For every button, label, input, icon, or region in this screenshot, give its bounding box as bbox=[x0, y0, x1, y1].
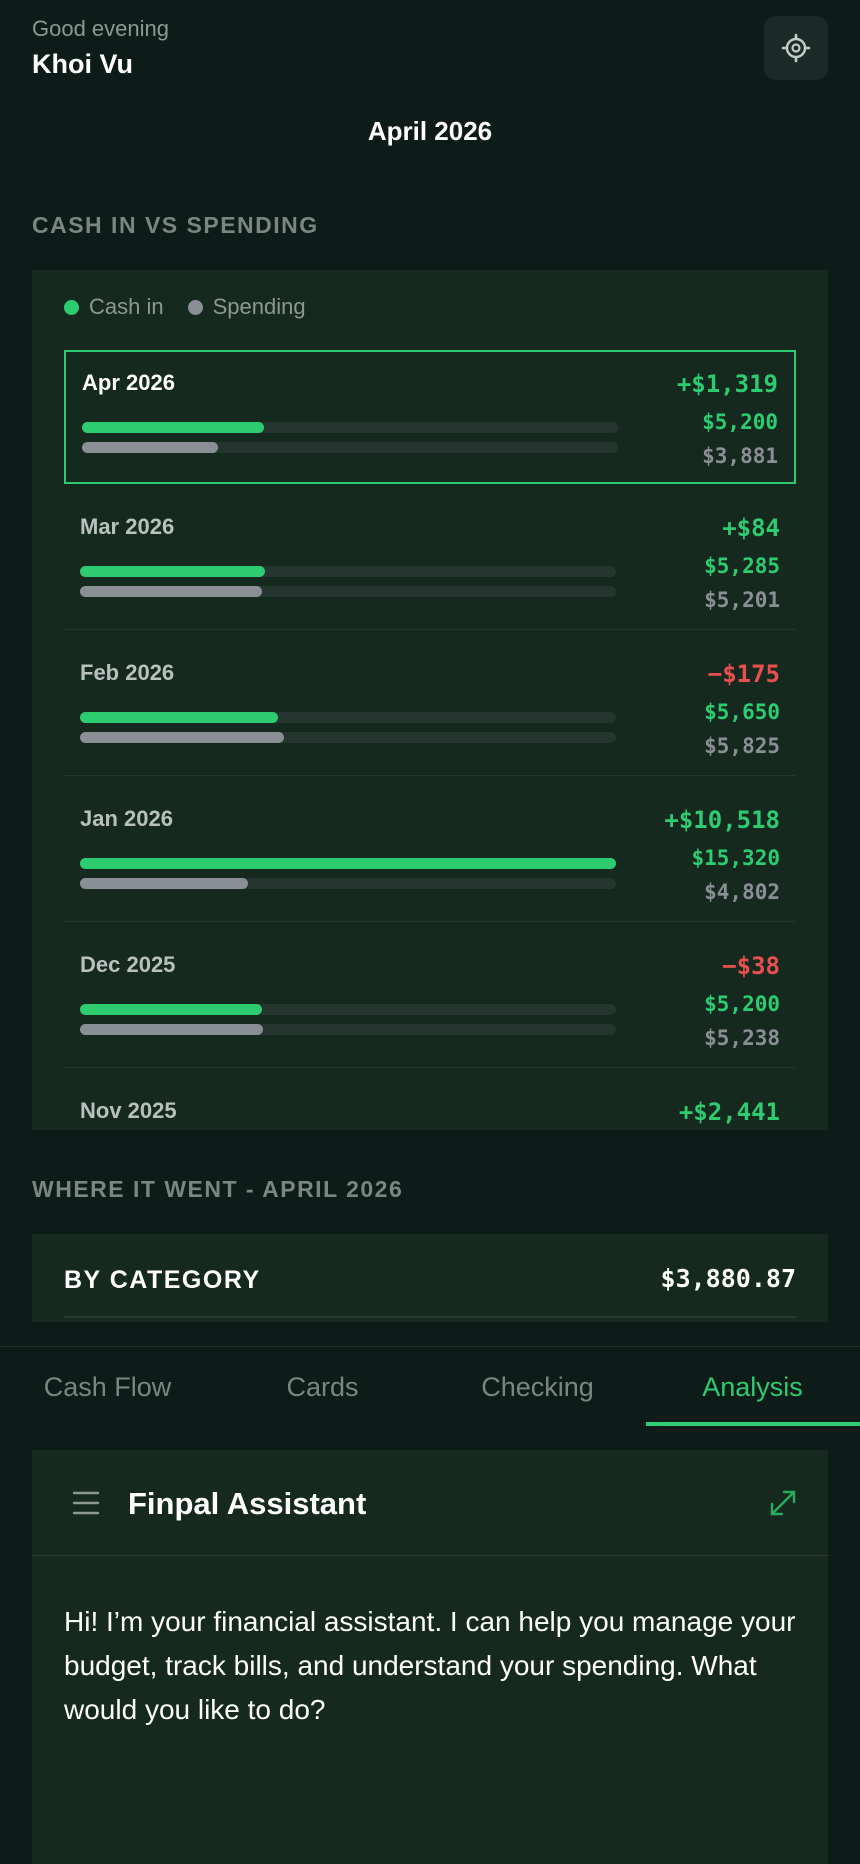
assistant-panel: Finpal Assistant Hi! I’m your financial … bbox=[32, 1450, 828, 1864]
net-amount: −$38 bbox=[722, 952, 780, 980]
spending-amount: $5,238 bbox=[704, 1026, 780, 1050]
gear-icon bbox=[781, 33, 811, 63]
spending-dot-icon bbox=[187, 299, 203, 315]
net-amount: +$2,441 bbox=[678, 1098, 780, 1126]
category-total: $3,880.87 bbox=[660, 1264, 796, 1293]
cash-section-label: CASH IN VS SPENDING bbox=[32, 212, 319, 238]
active-tab-indicator bbox=[646, 1422, 860, 1426]
month-row-jan-2026[interactable]: Jan 2026 +$10,518 $15,320 $4,802 bbox=[64, 788, 796, 922]
row-divider bbox=[64, 775, 796, 776]
expand-icon[interactable] bbox=[768, 1488, 798, 1518]
hamburger-menu-icon[interactable] bbox=[72, 1490, 100, 1516]
month-label: Nov 2025 bbox=[80, 1098, 177, 1123]
spending-bar-fill bbox=[82, 442, 218, 453]
spending-bar bbox=[80, 732, 616, 743]
cash-in-bar bbox=[82, 422, 618, 433]
month-label: Feb 2026 bbox=[80, 660, 175, 685]
settings-button[interactable] bbox=[764, 16, 828, 80]
period-title: April 2026 bbox=[367, 116, 493, 146]
cash-in-amount: $5,285 bbox=[704, 554, 780, 578]
spending-amount: $5,201 bbox=[704, 588, 780, 612]
cash-in-amount: $5,200 bbox=[704, 992, 780, 1016]
where-section-label: WHERE IT WENT - APRIL 2026 bbox=[32, 1176, 404, 1202]
net-amount: +$10,518 bbox=[664, 806, 780, 834]
chart-legend: Cash in Spending bbox=[64, 294, 330, 320]
legend-spending-label: Spending bbox=[212, 294, 306, 319]
cash-in-bar-fill bbox=[80, 1004, 262, 1015]
legend-cash-in-label: Cash in bbox=[89, 294, 164, 319]
month-row-nov-2025[interactable]: Nov 2025 +$2,441 bbox=[64, 1080, 796, 1130]
net-amount: +$84 bbox=[722, 514, 780, 542]
category-title: BY CATEGORY bbox=[64, 1266, 261, 1294]
month-label: Mar 2026 bbox=[80, 514, 175, 539]
cash-in-amount: $5,200 bbox=[702, 410, 778, 434]
row-divider bbox=[64, 921, 796, 922]
spending-bar bbox=[80, 878, 616, 889]
net-amount: −$175 bbox=[707, 660, 780, 688]
month-label: Dec 2025 bbox=[80, 952, 176, 977]
by-category-card[interactable]: BY CATEGORY $3,880.87 bbox=[32, 1234, 828, 1322]
month-row-feb-2026[interactable]: Feb 2026 −$175 $5,650 $5,825 bbox=[64, 642, 796, 776]
legend-spending: Spending bbox=[187, 294, 306, 320]
spending-amount: $5,825 bbox=[704, 734, 780, 758]
assistant-message: Hi! I’m your financial assistant. I can … bbox=[64, 1606, 796, 1725]
cash-in-bar-fill bbox=[80, 858, 616, 869]
cash-in-amount: $15,320 bbox=[691, 846, 780, 870]
cash-in-bar bbox=[80, 1004, 616, 1015]
cash-in-bar-fill bbox=[80, 566, 265, 577]
spending-bar bbox=[82, 442, 618, 453]
category-divider bbox=[64, 1316, 796, 1318]
cash-in-dot-icon bbox=[64, 299, 79, 315]
cash-in-bar-fill bbox=[82, 422, 264, 433]
cash-vs-spending-panel[interactable]: Cash in Spending Apr 2026 +$1,319 $5,200… bbox=[32, 270, 828, 1130]
month-row-apr-2026[interactable]: Apr 2026 +$1,319 $5,200 $3,881 bbox=[64, 350, 796, 484]
cash-in-bar bbox=[80, 712, 616, 723]
cash-in-amount: $5,650 bbox=[704, 700, 780, 724]
month-row-dec-2025[interactable]: Dec 2025 −$38 $5,200 $5,238 bbox=[64, 934, 796, 1068]
assistant-title: Finpal Assistant bbox=[128, 1486, 367, 1521]
cash-in-bar-fill bbox=[80, 712, 278, 723]
tab-cash-flow[interactable]: Cash Flow bbox=[0, 1347, 215, 1427]
spending-bar-fill bbox=[80, 732, 284, 743]
spending-bar bbox=[80, 586, 616, 597]
net-amount: +$1,319 bbox=[676, 370, 778, 398]
tab-cards[interactable]: Cards bbox=[215, 1347, 430, 1427]
tab-analysis[interactable]: Analysis bbox=[645, 1347, 860, 1427]
spending-amount: $4,802 bbox=[704, 880, 780, 904]
spending-bar-fill bbox=[80, 1024, 264, 1035]
month-label: Apr 2026 bbox=[82, 370, 175, 395]
row-divider bbox=[64, 629, 796, 630]
spending-bar bbox=[80, 1024, 616, 1035]
greeting-text: Good evening bbox=[32, 16, 169, 41]
bottom-tab-bar: Cash Flow Cards Checking Analysis bbox=[0, 1346, 860, 1426]
month-label: Jan 2026 bbox=[80, 806, 173, 831]
spending-amount: $3,881 bbox=[702, 444, 778, 468]
legend-cash-in: Cash in bbox=[64, 294, 164, 320]
tab-checking[interactable]: Checking bbox=[430, 1347, 645, 1427]
cash-in-bar bbox=[80, 566, 616, 577]
cash-in-bar bbox=[80, 858, 616, 869]
user-name: Khoi Vu bbox=[32, 49, 133, 79]
row-divider bbox=[64, 1067, 796, 1068]
month-row-mar-2026[interactable]: Mar 2026 +$84 $5,285 $5,201 bbox=[64, 496, 796, 630]
spending-bar-fill bbox=[80, 878, 248, 889]
assistant-header: Finpal Assistant bbox=[32, 1450, 828, 1556]
header: Good evening Khoi Vu bbox=[32, 14, 828, 96]
spending-bar-fill bbox=[80, 586, 262, 597]
